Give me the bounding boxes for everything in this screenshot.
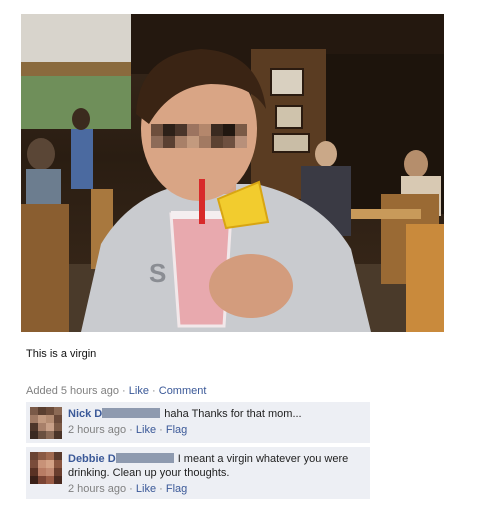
name-redaction <box>102 408 161 418</box>
meta-separator: · <box>122 385 126 397</box>
comment-body: Nick D haha Thanks for that mom... 2 hour… <box>68 407 364 437</box>
comment-author[interactable]: Debbie D <box>68 453 116 465</box>
meta-separator: · <box>129 424 133 436</box>
meta-separator: · <box>152 385 156 397</box>
comment-timestamp: 2 hours ago <box>68 483 127 495</box>
meta-separator: · <box>159 424 163 436</box>
like-link[interactable]: Like <box>129 385 149 397</box>
svg-text:S: S <box>149 258 166 288</box>
comment-body: Debbie DI meant a virgin whatever you we… <box>68 452 364 496</box>
photo-illustration: S <box>21 14 444 332</box>
comment-item: Debbie DI meant a virgin whatever you we… <box>26 447 370 500</box>
avatar[interactable] <box>30 407 62 439</box>
comment-meta: 2 hours ago · Like · Flag <box>68 482 364 496</box>
comment-timestamp: 2 hours ago <box>68 424 127 436</box>
comment-flag-link[interactable]: Flag <box>166 483 187 495</box>
post-photo[interactable]: S <box>21 14 444 332</box>
post-timestamp: Added 5 hours ago <box>26 385 119 397</box>
comment-like-link[interactable]: Like <box>136 424 156 436</box>
comment-like-link[interactable]: Like <box>136 483 156 495</box>
comment-text: haha Thanks for that mom... <box>164 408 302 420</box>
post-caption: This is a virgin <box>26 348 97 360</box>
comment-author[interactable]: Nick D <box>68 408 102 420</box>
post-meta: Added 5 hours ago · Like · Comment <box>26 385 206 397</box>
meta-separator: · <box>129 483 133 495</box>
comment-flag-link[interactable]: Flag <box>166 424 187 436</box>
name-redaction <box>115 453 174 463</box>
comment-meta: 2 hours ago · Like · Flag <box>68 423 364 437</box>
comment-link[interactable]: Comment <box>159 385 207 397</box>
comment-item: Nick D haha Thanks for that mom... 2 hour… <box>26 402 370 444</box>
meta-separator: · <box>159 483 163 495</box>
avatar[interactable] <box>30 452 62 484</box>
